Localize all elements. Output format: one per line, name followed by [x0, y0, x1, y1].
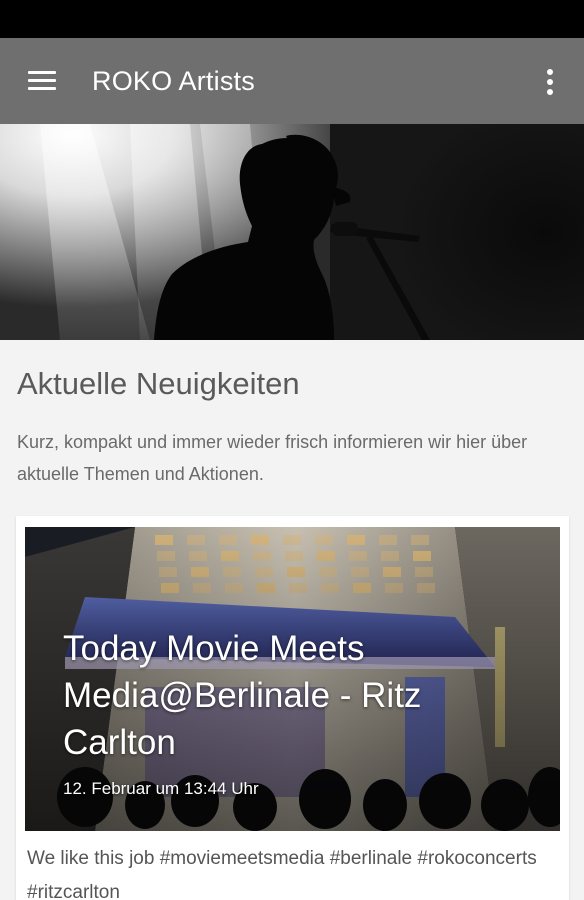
section-description: Kurz, kompakt und immer wieder frisch in… — [17, 432, 528, 484]
more-vert-icon[interactable] — [534, 64, 566, 100]
news-card-date: 12. Februar um 13:44 Uhr — [63, 779, 259, 798]
section-title: Aktuelle Neuigkeiten — [17, 366, 300, 401]
status-bar — [0, 0, 584, 38]
hero-image — [0, 124, 584, 340]
app-bar: ROKO Artists — [0, 38, 584, 124]
hamburger-menu-icon[interactable] — [22, 63, 64, 99]
news-card-text: We like this job #moviemeetsmedia #berli… — [27, 848, 537, 900]
app-title: ROKO Artists — [92, 66, 255, 96]
news-card[interactable]: Today Movie Meets Media@Berlinale - Ritz… — [16, 516, 569, 900]
news-card-title: Today Movie Meets Media@Berlinale - Ritz… — [63, 629, 422, 762]
news-card-image[interactable]: Today Movie Meets Media@Berlinale - Ritz… — [25, 527, 560, 831]
